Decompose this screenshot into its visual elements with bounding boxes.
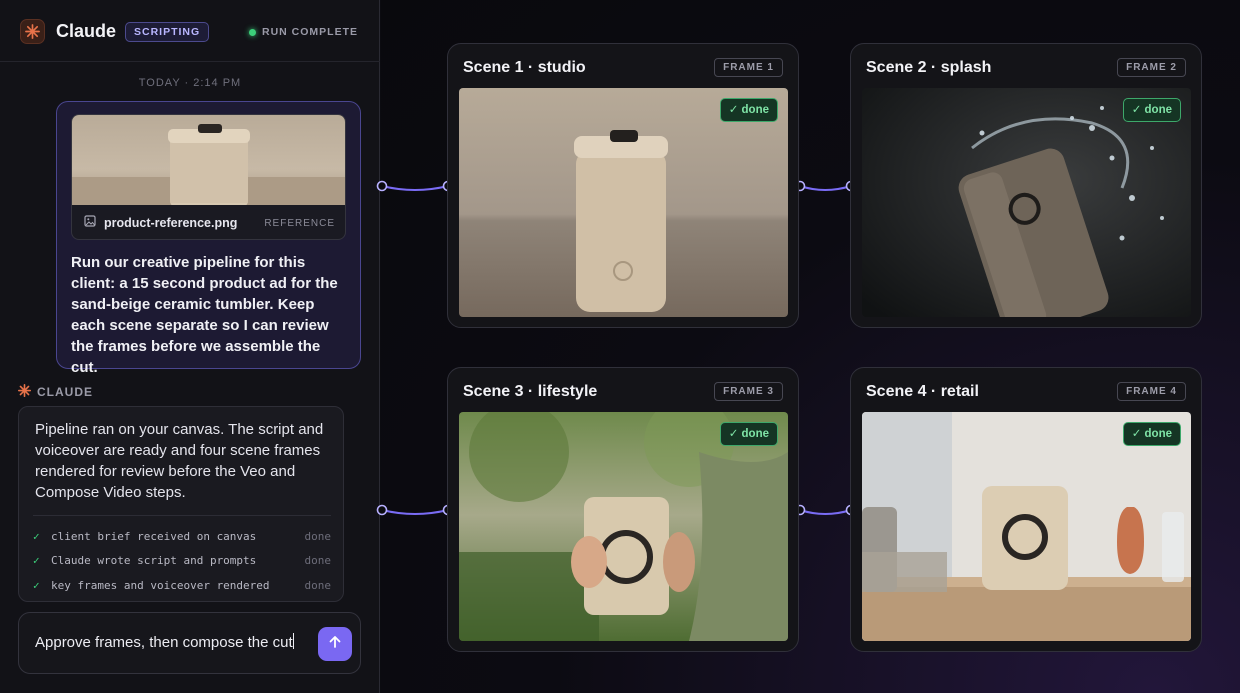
done-badge: ✓ done: [1122, 422, 1181, 446]
scene-title: Scene 3 · lifestyle: [463, 383, 598, 400]
scene-card-4[interactable]: Scene 4 · retail FRAME 4 ✓ done: [850, 367, 1202, 652]
scene-frame-image[interactable]: ✓ done: [459, 412, 788, 641]
scene-card-2[interactable]: Scene 2 · splash FRAME 2 ✓ done: [850, 43, 1202, 328]
frame-tag: FRAME 4: [1117, 382, 1186, 401]
frame-tag: FRAME 3: [714, 382, 783, 401]
scene-title: Scene 2 · splash: [866, 59, 992, 76]
done-badge: ✓ done: [719, 98, 778, 122]
scene-title: Scene 1 · studio: [463, 59, 586, 76]
scene-card-1[interactable]: Scene 1 · studio FRAME 1 ✓ done: [447, 43, 799, 328]
scene-frame-image[interactable]: ✓ done: [862, 88, 1191, 317]
scene-title: Scene 4 · retail: [866, 383, 979, 400]
done-badge: ✓ done: [1122, 98, 1181, 122]
scene-frame-image[interactable]: ✓ done: [459, 88, 788, 317]
done-badge: ✓ done: [719, 422, 778, 446]
scene-frame-image[interactable]: ✓ done: [862, 412, 1191, 641]
frame-tag: FRAME 2: [1117, 58, 1186, 77]
scene-card-3[interactable]: Scene 3 · lifestyle FRAME 3 ✓ done: [447, 367, 799, 652]
frame-tag: FRAME 1: [714, 58, 783, 77]
